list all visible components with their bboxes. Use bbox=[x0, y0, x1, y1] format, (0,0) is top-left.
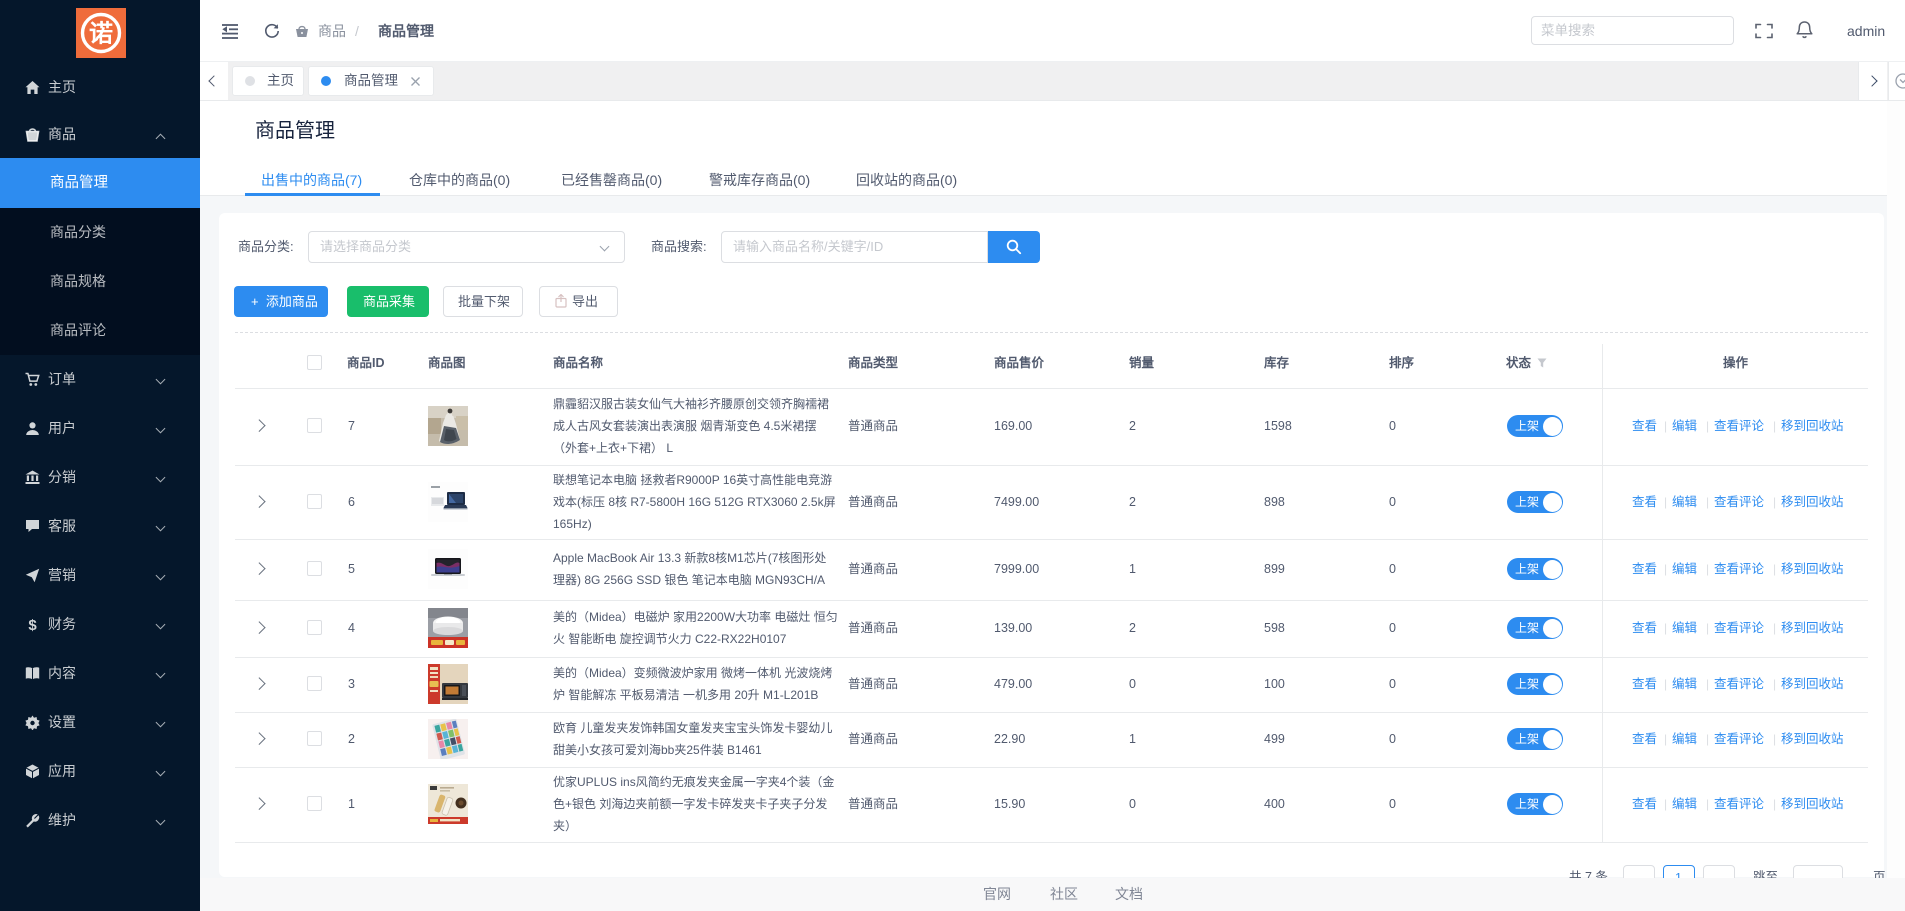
svg-text:诺: 诺 bbox=[89, 21, 113, 48]
svg-text:$: $ bbox=[28, 617, 37, 632]
